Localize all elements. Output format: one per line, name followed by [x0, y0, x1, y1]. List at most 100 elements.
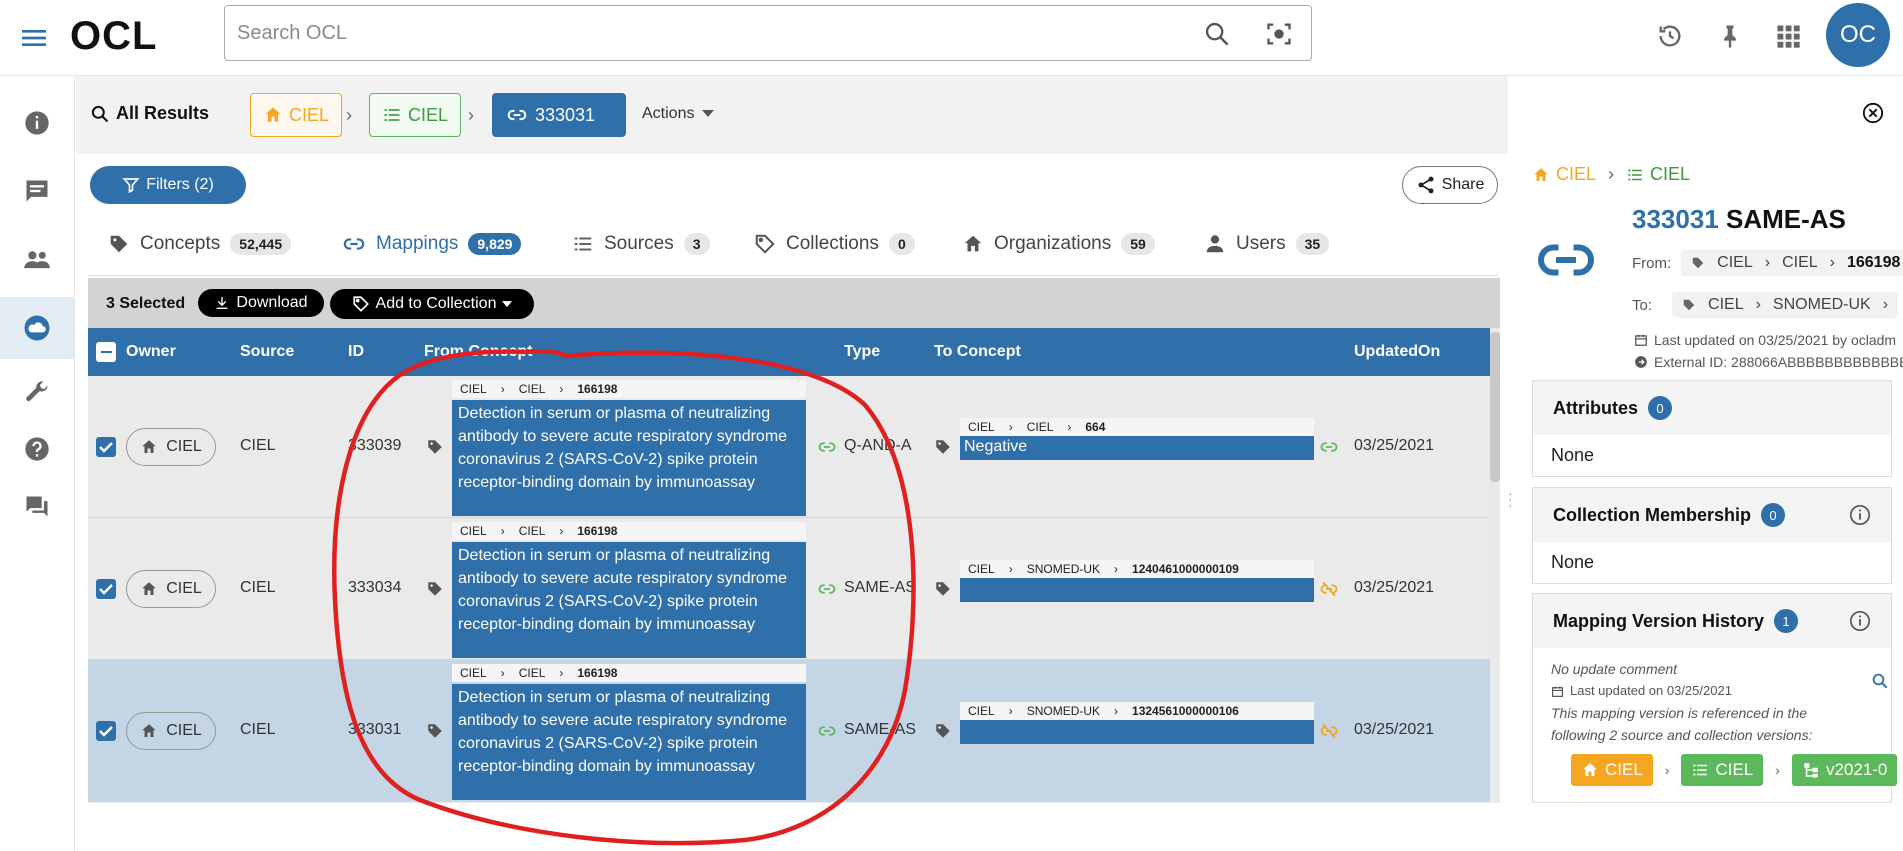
from-concept-name[interactable]: Detection in serum or plasma of neutrali…	[452, 542, 806, 658]
owner-chip[interactable]: CIEL	[126, 570, 216, 608]
collection-membership-card: Collection Membership 0 None	[1532, 487, 1892, 584]
calendar-icon	[1552, 686, 1563, 697]
from-concept-name[interactable]: Detection in serum or plasma of neutrali…	[452, 400, 806, 516]
history-icon[interactable]	[1656, 22, 1684, 50]
info-icon[interactable]	[1849, 610, 1871, 632]
select-all-checkbox[interactable]	[96, 342, 116, 362]
column-id[interactable]: ID	[348, 343, 364, 361]
pin-icon[interactable]	[1716, 22, 1744, 50]
to-concept-chip[interactable]: CIEL › SNOMED-UK ›	[1672, 292, 1899, 318]
menu-icon[interactable]	[18, 22, 50, 54]
to-concept-breadcrumb[interactable]: CIEL › CIEL › 664	[960, 418, 1314, 436]
version-chip-source[interactable]: CIEL	[1681, 754, 1764, 786]
to-concept-breadcrumb[interactable]: CIEL › SNOMED-UK › 1240461000000109	[960, 560, 1314, 578]
all-results-link[interactable]: All Results	[90, 103, 209, 124]
updated-cell: 03/25/2021	[1354, 721, 1435, 738]
nav-people[interactable]	[0, 229, 74, 291]
nav-cloud[interactable]	[0, 297, 74, 359]
actions-dropdown[interactable]: Actions	[642, 105, 715, 123]
chevron-right-icon: ›	[559, 524, 564, 538]
membership-body: None	[1551, 552, 1595, 572]
from-concept-name[interactable]: Detection in serum or plasma of neutrali…	[452, 684, 806, 800]
tab-users[interactable]: Users 35	[1204, 224, 1330, 264]
person-icon	[1206, 235, 1224, 253]
table-scrollbar[interactable]	[1490, 332, 1500, 482]
search-icon	[91, 105, 109, 122]
all-results-label: All Results	[116, 103, 210, 123]
tab-sources[interactable]: Sources 3	[572, 224, 710, 264]
detail-breadcrumb-source[interactable]: CIEL	[1626, 164, 1690, 185]
tag-icon	[426, 722, 444, 740]
breadcrumb-source[interactable]: CIEL	[369, 93, 462, 137]
tag-icon	[110, 235, 128, 253]
column-from-concept[interactable]: From Concept	[424, 343, 532, 361]
filters-button[interactable]: Filters (2)	[90, 166, 246, 204]
version-chip-version[interactable]: v2021-0	[1791, 754, 1898, 786]
attributes-header[interactable]: Attributes 0	[1533, 381, 1891, 435]
row-checkbox[interactable]	[96, 437, 116, 457]
from-concept-breadcrumb[interactable]: CIEL › CIEL › 166198	[452, 522, 806, 540]
nav-tools[interactable]	[0, 361, 74, 423]
tab-collections[interactable]: Collections 0	[754, 224, 915, 264]
tab-mappings[interactable]: Mappings 9,829	[342, 224, 522, 264]
table-row[interactable]: CIEL CIEL 333034 CIEL › CIEL › 166198 Dete…	[88, 518, 1490, 660]
add-to-collection-button[interactable]: Add to Collection	[330, 289, 534, 319]
row-checkbox[interactable]	[96, 579, 116, 599]
image-search-icon[interactable]	[1265, 20, 1293, 48]
tab-concepts[interactable]: Concepts 52,445	[108, 224, 292, 264]
calendar-icon	[1635, 334, 1647, 346]
to-concept-name[interactable]	[960, 720, 1314, 744]
column-type[interactable]: Type	[844, 343, 880, 361]
info-icon[interactable]	[1849, 504, 1871, 526]
nav-notes[interactable]	[0, 160, 74, 222]
search-icon[interactable]	[1203, 20, 1231, 48]
breadcrumb-org[interactable]: CIEL	[250, 93, 343, 137]
table-row[interactable]: CIEL CIEL 333039 CIEL › CIEL › 166198 Dete…	[88, 376, 1490, 518]
mapping-title: 333031 SAME-AS	[1632, 204, 1846, 235]
close-icon[interactable]	[1862, 102, 1884, 124]
column-owner[interactable]: Owner	[126, 343, 176, 361]
chevron-right-icon: ›	[1829, 254, 1835, 271]
table-row[interactable]: CIEL CIEL 333031 CIEL › CIEL › 166198 Dete…	[88, 660, 1490, 802]
from-concept-chip[interactable]: CIEL › CIEL › 166198	[1681, 250, 1903, 276]
history-header[interactable]: Mapping Version History 1	[1533, 594, 1891, 648]
membership-header[interactable]: Collection Membership 0	[1533, 488, 1891, 542]
attributes-body: None	[1551, 445, 1595, 465]
row-checkbox[interactable]	[96, 721, 116, 741]
column-source[interactable]: Source	[240, 343, 294, 361]
from-concept-breadcrumb[interactable]: CIEL › CIEL › 166198	[452, 664, 806, 682]
list-icon	[1628, 169, 1642, 180]
nav-help[interactable]	[0, 418, 74, 480]
search-box[interactable]	[224, 5, 1312, 61]
to-concept-breadcrumb[interactable]: CIEL › SNOMED-UK › 1324561000000106	[960, 702, 1314, 720]
id-cell[interactable]: 333034	[348, 579, 401, 597]
user-avatar[interactable]: OC	[1826, 3, 1890, 67]
chevron-right-icon: ›	[1114, 562, 1119, 576]
download-button[interactable]: Download	[198, 289, 324, 317]
column-updated-on[interactable]: UpdatedOn	[1354, 343, 1440, 361]
breadcrumb-separator: ›	[468, 105, 474, 125]
share-button[interactable]: Share	[1402, 166, 1498, 204]
search-input[interactable]	[237, 16, 1177, 50]
column-to-concept[interactable]: To Concept	[934, 343, 1021, 361]
owner-chip[interactable]: CIEL	[126, 712, 216, 750]
nav-feedback[interactable]	[0, 476, 74, 538]
id-cell[interactable]: 333031	[348, 721, 401, 739]
owner-chip[interactable]: CIEL	[126, 428, 216, 466]
from-concept-breadcrumb[interactable]: CIEL › CIEL › 166198	[452, 380, 806, 398]
home-icon	[142, 440, 156, 453]
tag-icon	[426, 438, 444, 456]
to-concept-name[interactable]	[960, 578, 1314, 602]
forum-icon	[26, 496, 48, 517]
tab-organizations[interactable]: Organizations 59	[962, 224, 1155, 264]
apps-grid-icon[interactable]	[1774, 22, 1802, 50]
app-logo[interactable]: OCL	[70, 14, 157, 59]
version-chip-org[interactable]: CIEL	[1571, 754, 1653, 786]
add-to-collection-label: Add to Collection	[375, 295, 497, 312]
to-concept-name[interactable]: Negative	[960, 436, 1314, 460]
detail-breadcrumb-org[interactable]: CIEL	[1532, 164, 1596, 185]
search-icon[interactable]	[1871, 672, 1889, 690]
breadcrumb-mapping[interactable]: 333031	[492, 93, 626, 137]
nav-info[interactable]	[0, 92, 74, 154]
id-cell[interactable]: 333039	[348, 437, 401, 455]
